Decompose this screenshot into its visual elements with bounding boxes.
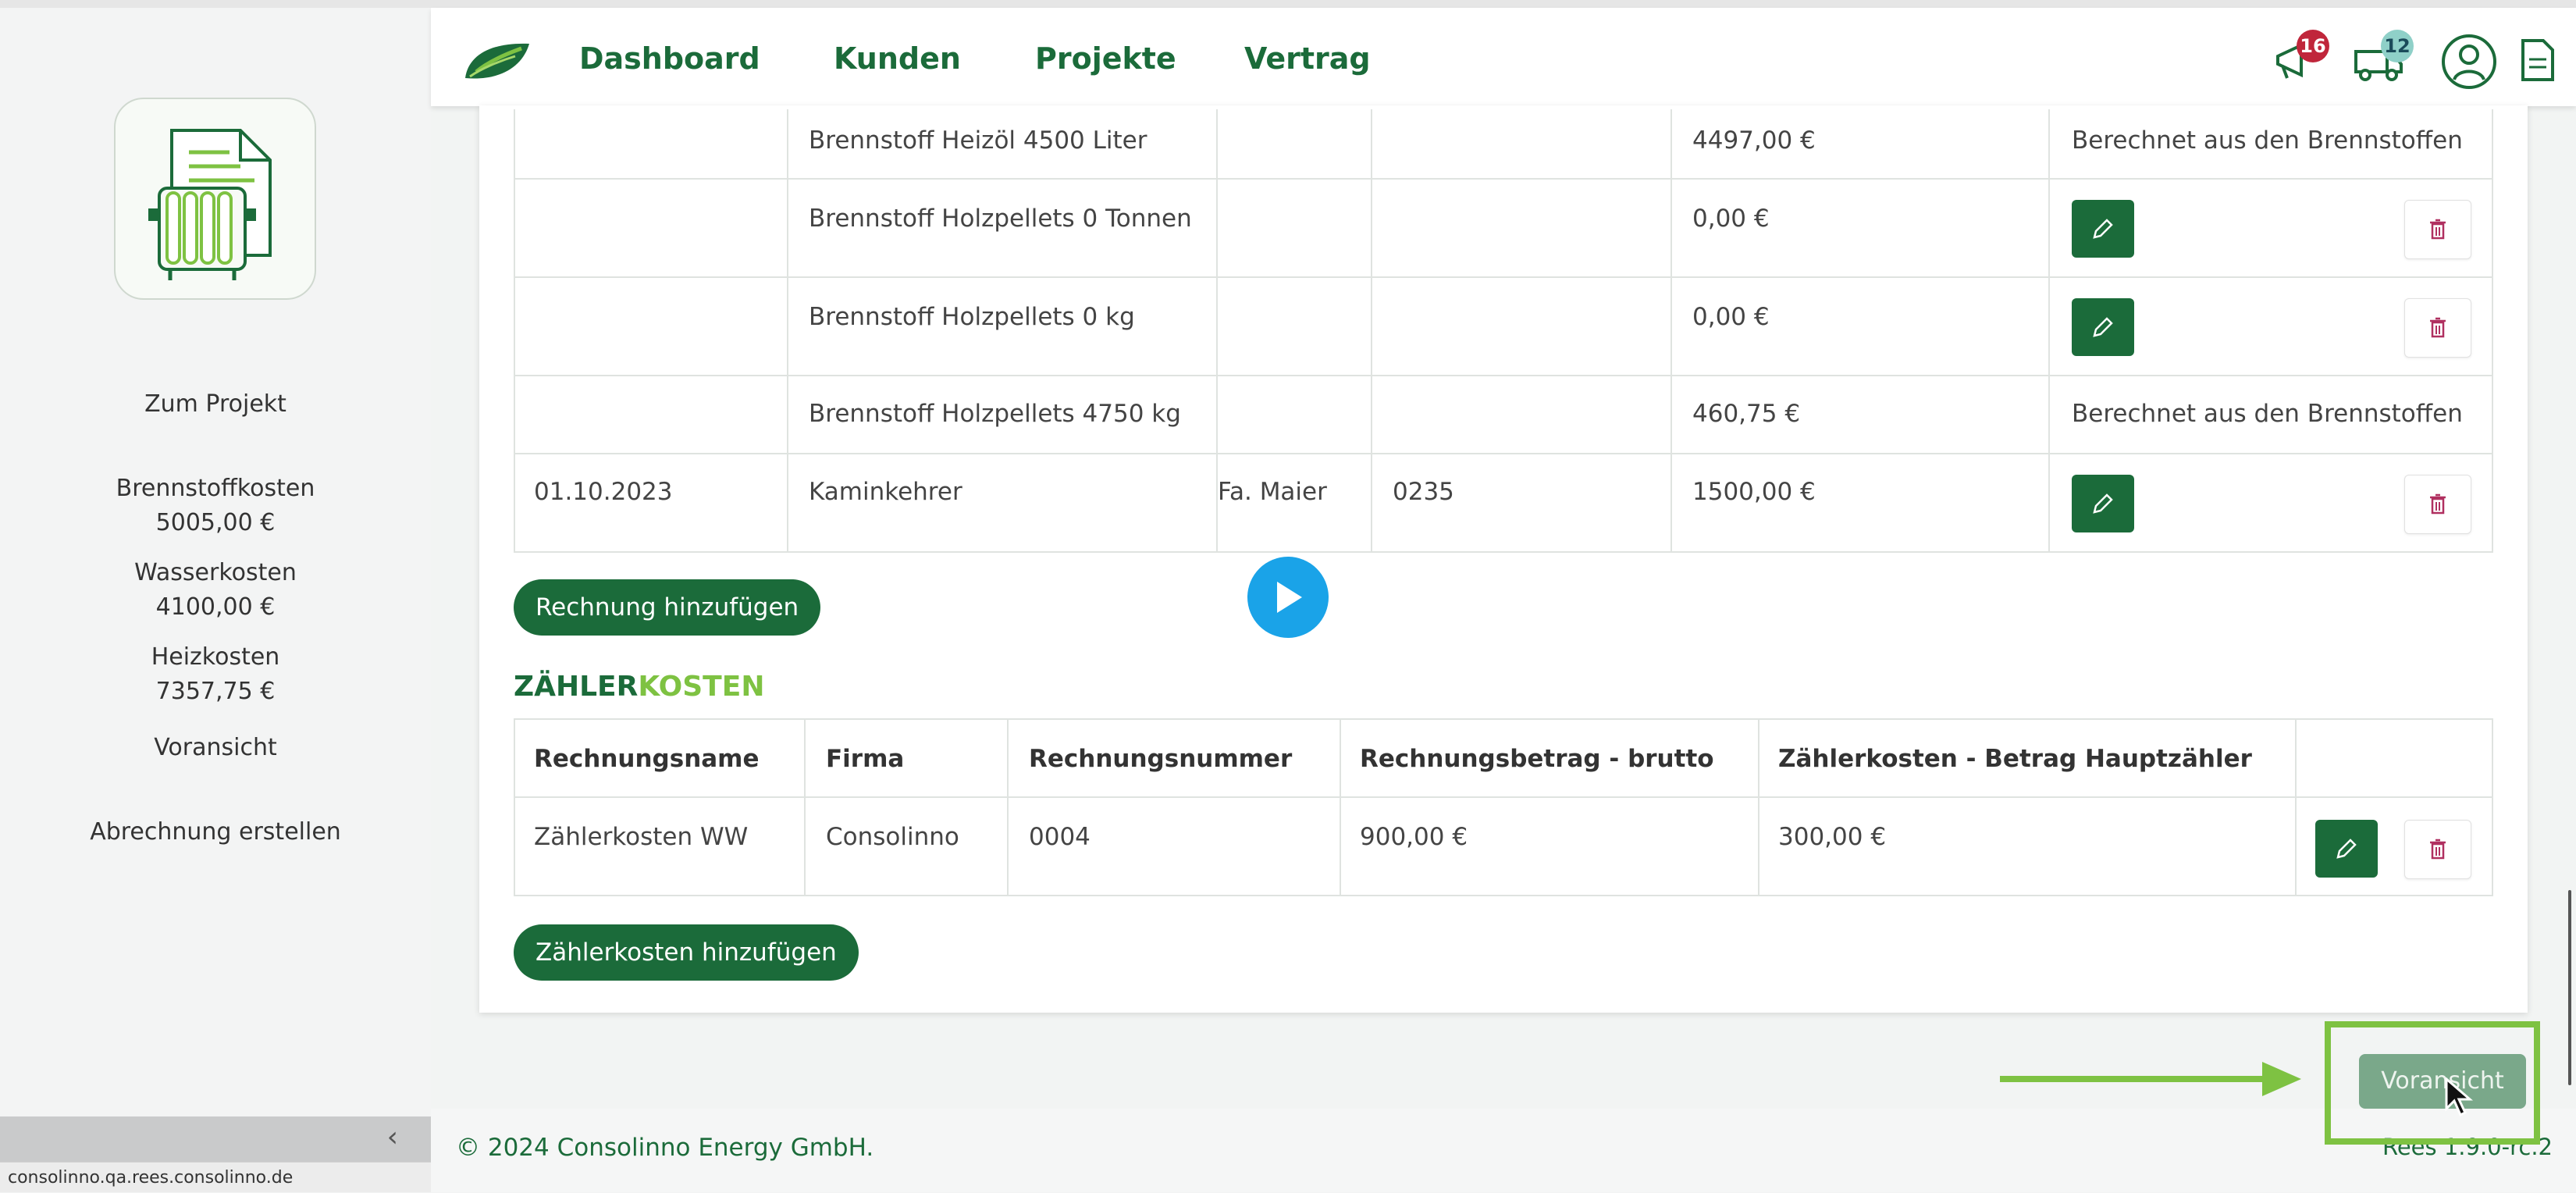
col-header-hauptzaehler: Zählerkosten - Betrag Hauptzähler: [1778, 745, 2252, 773]
sidebar-item-heizkosten-label[interactable]: Heizkosten: [0, 640, 431, 675]
scrollbar[interactable]: [2568, 890, 2571, 1085]
trash-icon: [2430, 839, 2446, 860]
user-profile-button[interactable]: [2440, 33, 2498, 94]
pencil-icon: [2093, 317, 2113, 337]
chevron-left-icon[interactable]: ‹: [387, 1121, 398, 1153]
video-play-button[interactable]: [1247, 557, 1329, 638]
invoice-amount: 460,75 €: [1692, 400, 1801, 428]
col-header-rechnungsbetrag: Rechnungsbetrag - brutto: [1360, 745, 1714, 773]
invoice-date: 01.10.2023: [534, 478, 673, 506]
footer: © 2024 Consolinno Energy GmbH. Rees 1.9.…: [431, 1109, 2576, 1192]
annotation-arrow-head: [2262, 1062, 2301, 1096]
sidebar-item-wasserkosten-value: 4100,00 €: [155, 593, 276, 621]
delete-button[interactable]: [2404, 298, 2471, 358]
sidebar-item-wasserkosten-label[interactable]: Wasserkosten: [0, 556, 431, 590]
invoice-name: Brennstoff Holzpellets 4750 kg: [809, 400, 1181, 428]
invoice-name: Brennstoff Holzpellets 0 Tonnen: [809, 205, 1192, 233]
meter-main-amount: 300,00 €: [1778, 823, 1887, 851]
consolinno-leaf-logo[interactable]: [461, 39, 532, 86]
edit-button[interactable]: [2072, 298, 2134, 356]
trash-icon: [2430, 219, 2446, 240]
mouse-cursor-icon: [2445, 1077, 2474, 1117]
sidebar-item-voransicht[interactable]: Voransicht: [0, 731, 431, 765]
nav-vertrag[interactable]: Vertrag: [1244, 39, 1371, 78]
user-avatar-icon: [2442, 34, 2496, 89]
pencil-icon: [2093, 493, 2113, 514]
notifications-badge: 16: [2297, 30, 2329, 62]
sidebar-item-brennstoffkosten-label[interactable]: Brennstoffkosten: [0, 472, 431, 506]
add-meter-costs-button[interactable]: Zählerkosten hinzufügen: [514, 924, 859, 981]
meter-invoice-name: Zählerkosten WW: [534, 823, 749, 851]
invoice-amount: 0,00 €: [1692, 205, 1770, 233]
invoice-name: Kaminkehrer: [809, 478, 962, 506]
radiator-invoice-logo: [114, 98, 316, 300]
radiator-document-icon: [148, 129, 272, 280]
delete-button[interactable]: [2404, 820, 2471, 879]
invoice-amount: 0,00 €: [1692, 303, 1770, 331]
invoice-name: Brennstoff Holzpellets 0 kg: [809, 303, 1135, 331]
edit-button[interactable]: [2315, 820, 2378, 878]
meter-costs-title-part2: KOSTEN: [638, 671, 765, 703]
edit-button[interactable]: [2072, 475, 2134, 532]
sidebar: Zum Projekt Brennstoffkosten 5005,00 € W…: [0, 8, 431, 1192]
top-navbar: Dashboard Kunden Projekte Vertrag 16 12: [431, 8, 2576, 106]
annotation-arrow: [2000, 1076, 2265, 1082]
col-header-rechnungsname: Rechnungsname: [534, 745, 760, 773]
tasks-badge: 12: [2381, 30, 2414, 62]
invoice-name: Brennstoff Heizöl 4500 Liter: [809, 126, 1147, 155]
sidebar-item-zum-projekt[interactable]: Zum Projekt: [0, 387, 431, 422]
add-invoice-button[interactable]: Rechnung hinzufügen: [514, 579, 821, 636]
meter-invoice-amount: 900,00 €: [1360, 823, 1468, 851]
notifications-button[interactable]: 16: [2270, 30, 2329, 87]
edit-button[interactable]: [2072, 200, 2134, 258]
invoice-amount: 4497,00 €: [1692, 126, 1816, 155]
meter-invoice-number: 0004: [1029, 823, 1091, 851]
leaf-logo-icon: [465, 43, 529, 79]
document-icon: [2521, 39, 2554, 81]
pencil-icon: [2336, 839, 2357, 859]
delete-button[interactable]: [2404, 200, 2471, 259]
invoice-number: 0235: [1393, 478, 1454, 506]
annotation-highlight-box: [2325, 1021, 2540, 1145]
sidebar-item-brennstoffkosten-value: 5005,00 €: [155, 509, 276, 536]
col-header-firma: Firma: [826, 745, 905, 773]
nav-kunden[interactable]: Kunden: [834, 39, 961, 78]
delete-button[interactable]: [2404, 475, 2471, 534]
browser-top-strip: [0, 0, 2576, 8]
nav-projekte[interactable]: Projekte: [1035, 39, 1176, 78]
sidebar-collapse-bar[interactable]: ‹: [0, 1116, 431, 1163]
sidebar-item-abrechnung-erstellen[interactable]: Abrechnung erstellen: [0, 815, 431, 849]
invoice-amount: 1500,00 €: [1692, 478, 1816, 506]
document-menu-button[interactable]: [2517, 36, 2557, 87]
meter-costs-title-part1: ZÄHLER: [514, 671, 639, 703]
meter-costs-title: ZÄHLERKOSTEN: [514, 668, 764, 706]
trash-icon: [2430, 493, 2446, 515]
invoice-note: Berechnet aus den Brennstoffen: [2072, 126, 2463, 155]
play-icon: [1277, 582, 1302, 613]
col-header-rechnungsnummer: Rechnungsnummer: [1029, 745, 1293, 773]
trash-icon: [2430, 317, 2446, 338]
nav-dashboard[interactable]: Dashboard: [579, 39, 760, 78]
browser-status-url: consolinno.qa.rees.consolinno.de: [0, 1162, 441, 1192]
sidebar-item-heizkosten-value: 7357,75 €: [155, 678, 276, 705]
pencil-icon: [2093, 219, 2113, 239]
meter-invoice-company: Consolinno: [826, 823, 959, 851]
invoice-note: Berechnet aus den Brennstoffen: [2072, 400, 2463, 428]
tasks-button[interactable]: 12: [2351, 30, 2414, 87]
invoice-company: Fa. Maier: [1218, 478, 1327, 506]
footer-copyright: © 2024 Consolinno Energy GmbH.: [456, 1134, 874, 1162]
